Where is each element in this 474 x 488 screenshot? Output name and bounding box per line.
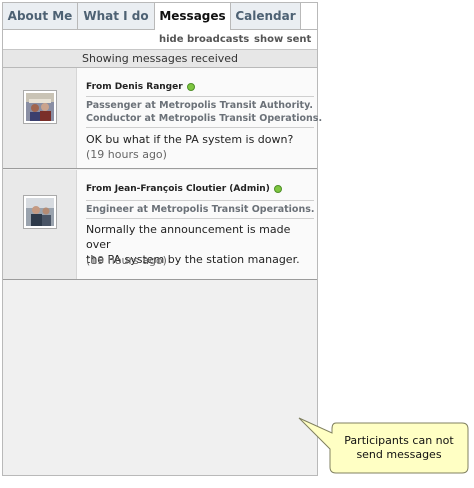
show-sent-link[interactable]: show sent (254, 34, 311, 45)
sender-role-line: Engineer at Metropolis Transit Operation… (86, 204, 315, 215)
tab-about-me[interactable]: About Me (3, 3, 78, 29)
hide-broadcasts-link[interactable]: hide broadcasts (159, 34, 249, 45)
sender-role-line: Conductor at Metropolis Transit Operatio… (86, 113, 323, 124)
message-sender: From Jean-François Cloutier (Admin) (86, 184, 282, 194)
tab-bar: About Me What I do Messages Calendar (3, 3, 317, 30)
tab-what-i-do[interactable]: What I do (78, 3, 155, 29)
message-body: OK bu what if the PA system is down? (86, 133, 294, 146)
tab-calendar[interactable]: Calendar (231, 3, 301, 29)
avatar[interactable] (23, 195, 57, 229)
avatar-photo-icon (26, 198, 54, 226)
messages-status: Showing messages received (3, 50, 317, 68)
message-item: From Denis Ranger Passenger at Metropoli… (3, 68, 323, 169)
sender-role-line: Passenger at Metropolis Transit Authorit… (86, 100, 313, 111)
sender-name[interactable]: From Denis Ranger (86, 82, 183, 92)
message-time: (19 hours ago) (86, 254, 167, 267)
message-item: From Jean-François Cloutier (Admin) Engi… (3, 170, 317, 280)
online-status-icon (273, 184, 282, 193)
sender-roles: Engineer at Metropolis Transit Operation… (86, 200, 314, 219)
avatar[interactable] (23, 90, 57, 124)
callout-text: Participants can not send messages (334, 434, 464, 462)
callout-line: Participants can not (344, 434, 454, 447)
avatar-column (3, 68, 77, 168)
annotation-callout: Participants can not send messages (296, 415, 472, 477)
message-body-line: Normally the announcement is made over (86, 223, 291, 251)
avatar-column (3, 170, 77, 279)
messages-panel: About Me What I do Messages Calendar hid… (2, 2, 323, 476)
sender-roles: Passenger at Metropolis Transit Authorit… (86, 96, 323, 128)
sender-name[interactable]: From Jean-François Cloutier (Admin) (86, 184, 270, 194)
tab-messages[interactable]: Messages (155, 3, 231, 30)
avatar-photo-icon (26, 93, 54, 121)
message-actions-bar: hide broadcasts show sent (3, 30, 317, 50)
message-sender: From Denis Ranger (86, 82, 195, 92)
callout-line: send messages (356, 448, 442, 461)
online-status-icon (186, 82, 195, 91)
message-time: (19 hours ago) (86, 148, 167, 161)
